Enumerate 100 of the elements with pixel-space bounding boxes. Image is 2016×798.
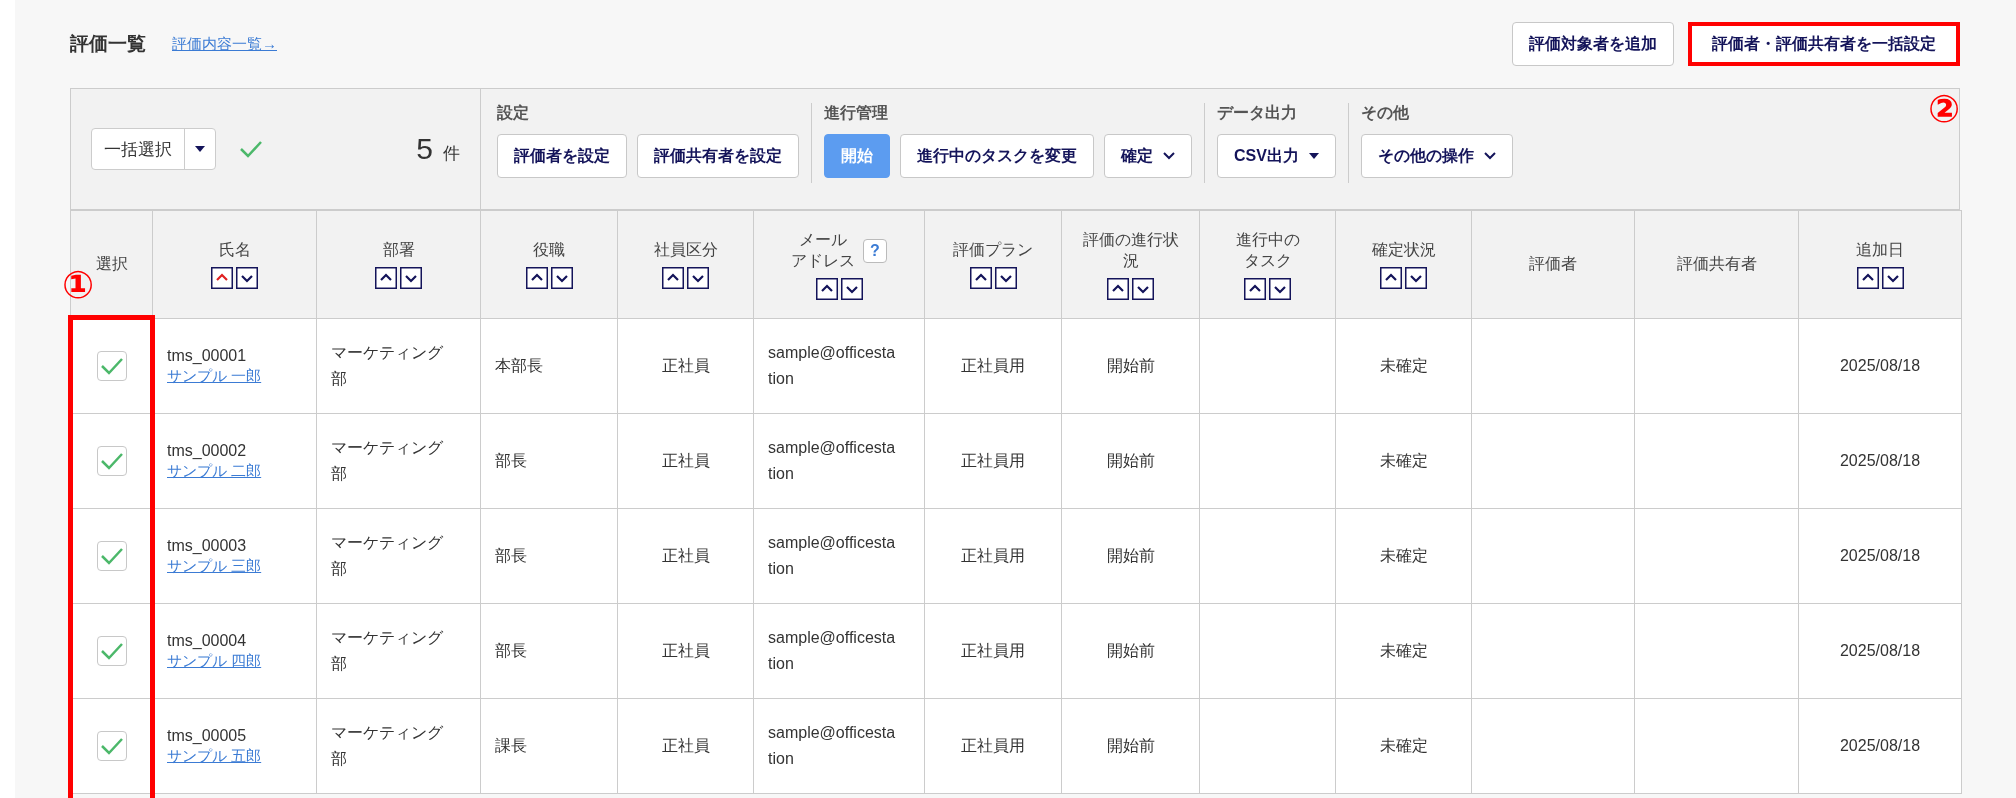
sort-ascending-button[interactable] [375,267,397,289]
checkbox[interactable] [96,446,127,476]
sort-descending-button[interactable] [550,267,573,289]
toolbar-button[interactable]: CSV出力 [1217,134,1336,178]
table-cell: 2025/08/18 [1839,452,1921,469]
employee-id: tms_00002 [167,441,248,460]
chevron-icon [1483,152,1496,160]
sort-descending-button[interactable] [1405,267,1427,289]
column-header: 社員区分 [653,240,718,260]
sort-descending-button[interactable] [236,267,258,289]
table-cell: 部長 [495,641,527,659]
employee-name-link[interactable]: サンプル 二郎 [167,461,302,481]
annotation-number: ② [1928,90,1961,128]
table-cell: 開始前 [1106,451,1155,469]
count-value: 5 [416,132,433,166]
employee-name-link[interactable]: サンプル 一郎 [167,366,302,386]
sort-ascending-button[interactable] [211,267,233,289]
table-cell-text: マーケティング部 [331,343,444,389]
table-cell: 正社員用 [961,356,1025,374]
employee-id: tms_00005 [167,726,248,745]
employee-id: tms_00003 [167,536,248,555]
table-cell: 正社員用 [961,451,1025,469]
bulk-select-dropdown[interactable]: 一括選択 [91,128,216,170]
table-cell-text: マーケティング部 [331,628,444,674]
table-cell-text: sample@officestation [768,343,897,389]
table-cell: 正社員用 [961,546,1025,564]
table-cell: 2025/08/18 [1839,357,1921,374]
column-header: 役職 [533,240,565,260]
sort-descending-button[interactable] [840,277,863,300]
group-title: 進行管理 [824,103,889,123]
table-cell: 正社員 [661,641,710,659]
header-button[interactable]: 評価対象者を追加 [1512,22,1674,66]
sort-ascending-button[interactable] [525,267,548,289]
table-cell: 2025/08/18 [1839,737,1921,754]
checkbox[interactable] [96,731,127,761]
sort-descending-button[interactable] [687,267,709,289]
group-title: その他 [1360,103,1410,123]
table-cell: 2025/08/18 [1839,547,1921,564]
table-cell-text: マーケティング部 [331,723,444,769]
toolbar-button[interactable]: 進行中のタスクを変更 [900,134,1094,178]
group-title: 設定 [497,103,530,123]
toolbar-button[interactable]: 評価共有者を設定 [637,134,799,178]
table-cell: 正社員用 [961,641,1025,659]
annotation-number: ① [62,266,95,304]
check-icon[interactable] [240,140,262,158]
header-button[interactable]: 評価者・評価共有者を一括設定 [1688,22,1960,66]
table-cell: 未確定 [1379,356,1428,374]
sort-descending-button[interactable] [1269,277,1291,300]
sort-descending-button[interactable] [1881,267,1904,289]
employee-id: tms_00001 [167,346,248,365]
table-cell-text: マーケティング部 [331,533,444,579]
table-cell: 開始前 [1106,546,1155,564]
toolbar-button[interactable]: 評価者を設定 [497,134,627,178]
column-header: 追加日 [1856,240,1904,260]
table-cell: 正社員 [661,356,710,374]
sort-ascending-button[interactable] [1244,277,1266,300]
sort-ascending-button[interactable] [1107,277,1129,300]
employee-name-link[interactable]: サンプル 五郎 [167,746,302,766]
column-header: 評価共有者 [1676,254,1757,274]
sort-ascending-button[interactable] [662,267,684,289]
sort-descending-button[interactable] [994,267,1017,289]
help-button[interactable]: ? [863,238,887,263]
sort-descending-button[interactable] [400,267,422,289]
page-title: 評価一覧 [70,32,146,56]
checkbox[interactable] [96,636,127,666]
toolbar-button[interactable]: 確定 [1104,134,1192,178]
table-cell: 未確定 [1379,641,1428,659]
sort-ascending-button[interactable] [1856,267,1879,289]
sort-ascending-button[interactable] [815,277,838,300]
checkbox[interactable] [96,351,127,381]
table-cell-text: sample@officestation [768,628,897,674]
table-cell: 開始前 [1106,356,1155,374]
table-cell-text: sample@officestation [768,533,897,579]
column-header: 評価プラン [953,240,1033,260]
sort-ascending-button[interactable] [969,267,992,289]
table-cell: 開始前 [1106,736,1155,754]
count-unit: 件 [443,142,460,165]
table-cell: 未確定 [1379,736,1428,754]
employee-name-link[interactable]: サンプル 三郎 [167,556,302,576]
sort-descending-button[interactable] [1132,277,1154,300]
table-cell: 正社員 [661,736,710,754]
employee-id: tms_00004 [167,631,248,650]
table-cell: 未確定 [1379,546,1428,564]
table-cell: 部長 [495,546,527,564]
column-header: 部署 [382,240,415,260]
sort-ascending-button[interactable] [1380,267,1402,289]
table-cell: 2025/08/18 [1839,642,1921,659]
employee-name-link[interactable]: サンプル 四郎 [167,651,302,671]
evaluation-content-link[interactable]: 評価内容一覧→ [172,34,277,54]
column-header: 選択 [95,254,128,274]
chevron-icon [1163,152,1175,160]
table-cell: 正社員 [661,451,710,469]
toolbar-button[interactable]: その他の操作 [1360,134,1513,178]
column-header: 評価者 [1529,254,1577,274]
column-header: 氏名 [218,240,251,260]
table-cell: 未確定 [1379,451,1428,469]
checkbox[interactable] [96,541,127,571]
table-cell: 正社員 [661,546,710,564]
table-cell: 正社員用 [961,736,1025,754]
column-header: 確定状況 [1371,240,1436,260]
